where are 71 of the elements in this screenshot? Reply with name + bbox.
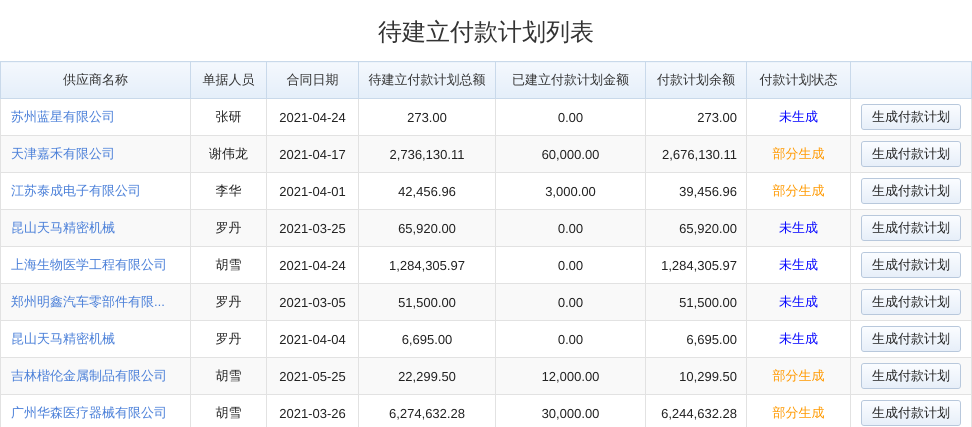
column-header: 付款计划余额	[646, 62, 746, 98]
table-cell: 罗丹	[216, 331, 242, 346]
status-text: 未生成	[779, 331, 818, 346]
table-cell: 10,299.50	[679, 368, 737, 384]
table-cell: 60,000.00	[542, 146, 600, 162]
table-cell: 6,695.00	[686, 332, 737, 346]
table-cell: 6,244,632.28	[661, 406, 737, 420]
generate-plan-button[interactable]: 生成付款计划	[861, 363, 961, 389]
table-cell: 0.00	[558, 332, 584, 346]
generate-plan-button[interactable]: 生成付款计划	[861, 289, 961, 315]
table-cell: 65,920.00	[398, 220, 456, 236]
table-cell: 2021-04-17	[279, 146, 346, 162]
status-text: 部分生成	[772, 183, 824, 198]
table-cell: 3,000.00	[545, 184, 596, 198]
generate-plan-button[interactable]: 生成付款计划	[861, 252, 961, 278]
table-cell: 0.00	[558, 110, 584, 124]
status-text: 部分生成	[772, 146, 824, 161]
page-title: 待建立付款计划列表	[377, 18, 595, 48]
table-cell: 李华	[216, 183, 242, 198]
column-header: 供应商名称	[0, 62, 190, 98]
generate-plan-button[interactable]: 生成付款计划	[861, 215, 961, 241]
table-cell: 273.00	[697, 110, 737, 124]
table-cell: 胡雪	[216, 257, 242, 272]
table-cell: 30,000.00	[542, 406, 600, 420]
table-cell: 0.00	[558, 258, 584, 272]
table-cell: 胡雪	[216, 368, 242, 383]
generate-plan-button[interactable]: 生成付款计划	[861, 178, 961, 204]
table-cell: 罗丹	[216, 220, 242, 235]
generate-plan-button[interactable]: 生成付款计划	[861, 104, 961, 130]
column-header: 付款计划状态	[746, 62, 850, 98]
table-cell: 51,500.00	[679, 294, 737, 310]
table-cell: 39,456.96	[679, 184, 737, 198]
column-header: 待建立付款计划总额	[358, 62, 496, 98]
generate-plan-button[interactable]: 生成付款计划	[861, 326, 961, 352]
table-cell: 1,284,305.97	[389, 258, 465, 272]
table-cell: 12,000.00	[542, 368, 600, 384]
table-cell: 2021-04-24	[279, 258, 346, 272]
table-cell: 2021-04-04	[279, 332, 346, 346]
generate-plan-button[interactable]: 生成付款计划	[861, 400, 961, 426]
table-cell: 0.00	[558, 220, 584, 236]
table-cell: 胡雪	[216, 405, 242, 420]
table-cell: 2,676,130.11	[662, 146, 737, 162]
table-cell: 22,299.50	[398, 368, 456, 384]
table-cell: 张研	[216, 109, 242, 124]
table-cell: 1,284,305.97	[661, 258, 737, 272]
table-cell: 2,736,130.11	[390, 146, 464, 162]
table-cell: 0.00	[558, 294, 584, 310]
table-cell: 6,274,632.28	[389, 406, 465, 420]
column-header: 已建立付款计划金额	[496, 62, 646, 98]
column-header: 合同日期	[266, 62, 358, 98]
table-cell: 2021-04-24	[279, 110, 346, 124]
table-cell: 42,456.96	[398, 184, 456, 198]
table-cell: 罗丹	[216, 294, 242, 309]
generate-plan-button[interactable]: 生成付款计划	[861, 141, 961, 167]
table-cell: 65,920.00	[679, 220, 737, 236]
table-cell: 2021-03-05	[279, 294, 346, 310]
status-text: 未生成	[779, 109, 818, 124]
table-cell: 51,500.00	[398, 294, 456, 310]
status-text: 部分生成	[772, 368, 824, 383]
table-cell: 2021-03-25	[279, 220, 346, 236]
table-cell: 谢伟龙	[209, 146, 248, 161]
table-cell: 273.00	[407, 110, 447, 124]
table-cell: 2021-05-25	[279, 368, 346, 384]
status-text: 部分生成	[772, 405, 824, 420]
table-cell: 2021-03-26	[279, 406, 346, 420]
status-text: 未生成	[779, 257, 818, 272]
status-text: 未生成	[779, 294, 818, 309]
status-text: 未生成	[779, 220, 818, 235]
table-cell: 6,695.00	[402, 332, 452, 346]
column-header: 单据人员	[190, 62, 266, 98]
table-cell: 2021-04-01	[279, 184, 346, 198]
